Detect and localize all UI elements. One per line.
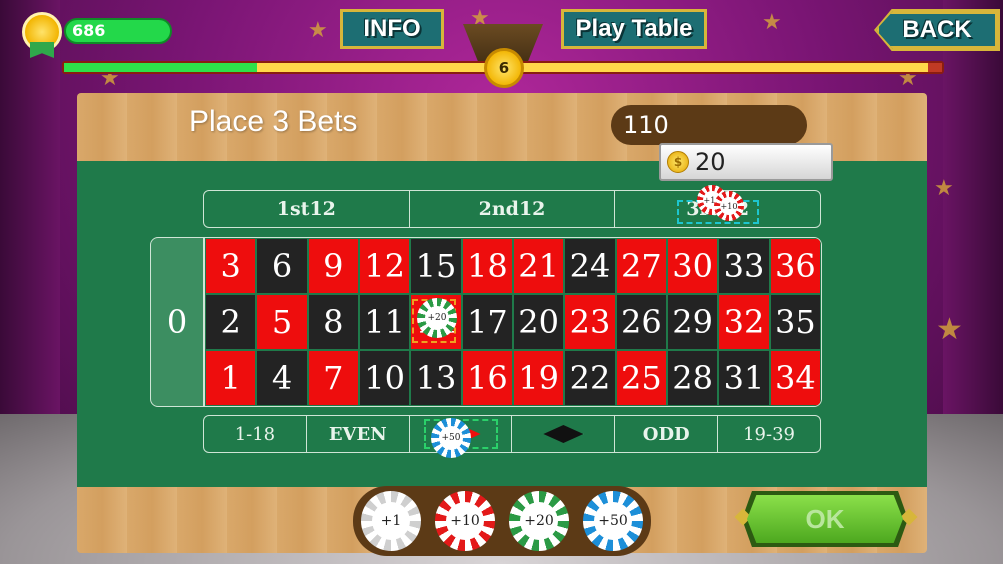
bet-number-11[interactable]: 11: [358, 294, 411, 350]
chip-label: +10: [446, 502, 484, 540]
bet-zero[interactable]: 0: [150, 237, 204, 407]
betting-board: Place 3 Bets 110 $ 20 1st12 2nd12 3rd12 …: [77, 93, 927, 556]
bet-number-4[interactable]: 4: [256, 350, 308, 406]
bet-number-26[interactable]: 26: [615, 294, 667, 350]
bet-number-23[interactable]: 23: [564, 294, 616, 350]
chip-label: +50: [594, 502, 632, 540]
level-progress-remaining: [928, 63, 942, 72]
bet-number-13[interactable]: 13: [410, 350, 462, 406]
bet-19-39[interactable]: 19-39: [718, 416, 820, 452]
bet-number-16[interactable]: 16: [461, 350, 513, 406]
bet-number-32[interactable]: 32: [718, 294, 770, 350]
level-progress-fill: [64, 63, 258, 72]
dozen-label: 2nd12: [478, 198, 546, 220]
level-badge: 6: [484, 48, 524, 88]
placed-chip[interactable]: +20: [417, 298, 457, 338]
back-button-label: BACK: [902, 16, 972, 43]
bet-black[interactable]: [512, 416, 616, 452]
star-icon: ★: [762, 10, 782, 35]
bet-even[interactable]: EVEN: [307, 416, 410, 452]
bet-number-22[interactable]: 22: [564, 350, 616, 406]
star-icon: ★: [308, 18, 328, 43]
outside-label: 1-18: [234, 423, 276, 445]
bet-number-7[interactable]: 7: [307, 350, 359, 406]
chip-tray: +1 +10 +20 +50: [353, 486, 651, 556]
bet-number-8[interactable]: 8: [307, 294, 359, 350]
chip-label: +1: [372, 502, 410, 540]
bet-number-33[interactable]: 33: [718, 238, 770, 294]
bet-number-12[interactable]: 12: [358, 238, 411, 294]
outside-bets: 1-18 EVEN ODD 19-39: [203, 415, 821, 453]
bet-number-35[interactable]: 35: [769, 294, 821, 350]
placed-chip[interactable]: +50: [431, 418, 471, 458]
ok-button[interactable]: OK: [747, 495, 903, 543]
bet-number-2[interactable]: 2: [205, 294, 257, 350]
coin-icon: $: [667, 151, 689, 173]
bet-number-28[interactable]: 28: [666, 350, 719, 406]
bet-number-19[interactable]: 19: [512, 350, 565, 406]
chip-plus-20-button[interactable]: +20: [509, 491, 569, 551]
bet-number-25[interactable]: 25: [615, 350, 667, 406]
bet-number-6[interactable]: 6: [256, 238, 308, 294]
black-diamond-icon: [543, 425, 584, 443]
placed-chip[interactable]: +10: [714, 191, 744, 221]
outside-label: 19-39: [743, 423, 795, 445]
chip-label: +20: [520, 502, 558, 540]
bet-dozen-2[interactable]: 2nd12: [410, 191, 616, 227]
back-button[interactable]: BACK: [876, 11, 998, 49]
bet-number-10[interactable]: 10: [358, 350, 411, 406]
outside-label: EVEN: [328, 423, 387, 445]
chip-label: +20: [425, 306, 449, 330]
selected-chip-display: $ 20: [659, 143, 833, 181]
bet-number-21[interactable]: 21: [512, 238, 565, 294]
selected-chip-value: 20: [695, 148, 726, 176]
chip-plus-50-button[interactable]: +50: [583, 491, 643, 551]
play-table-button[interactable]: Play Table: [561, 9, 707, 49]
bet-number-34[interactable]: 34: [769, 350, 821, 406]
dozen-label: 1st12: [276, 198, 336, 220]
chip-label: +10: [720, 197, 738, 215]
curtain-right: [943, 0, 1003, 420]
bet-number-29[interactable]: 29: [666, 294, 719, 350]
chip-label: +50: [439, 426, 463, 450]
total-bet-display: 110: [611, 105, 807, 145]
star-icon: ★: [934, 176, 954, 201]
bet-number-1[interactable]: 1: [205, 350, 257, 406]
bet-number-3[interactable]: 3: [205, 238, 257, 294]
chip-plus-10-button[interactable]: +10: [435, 491, 495, 551]
bet-number-36[interactable]: 36: [769, 238, 821, 294]
bet-odd[interactable]: ODD: [615, 416, 719, 452]
bet-number-30[interactable]: 30: [666, 238, 719, 294]
bet-number-17[interactable]: 17: [461, 294, 513, 350]
coin-balance: 686: [64, 18, 172, 44]
bet-number-24[interactable]: 24: [564, 238, 616, 294]
page-title: Place 3 Bets: [189, 105, 358, 138]
number-grid: 3691215182124273033362581114172023262932…: [204, 237, 822, 407]
info-button[interactable]: INFO: [340, 9, 444, 49]
bet-1-18[interactable]: 1-18: [204, 416, 307, 452]
bet-number-27[interactable]: 27: [615, 238, 667, 294]
outside-label: ODD: [642, 423, 690, 445]
chip-plus-1-button[interactable]: +1: [361, 491, 421, 551]
bet-dozen-1[interactable]: 1st12: [204, 191, 410, 227]
bet-number-18[interactable]: 18: [461, 238, 513, 294]
bet-number-15[interactable]: 15: [410, 238, 462, 294]
bet-number-5[interactable]: 5: [256, 294, 308, 350]
bet-number-20[interactable]: 20: [512, 294, 565, 350]
curtain-left: [0, 0, 60, 420]
bet-number-9[interactable]: 9: [307, 238, 359, 294]
bet-number-31[interactable]: 31: [718, 350, 770, 406]
star-icon: ★: [936, 312, 963, 347]
